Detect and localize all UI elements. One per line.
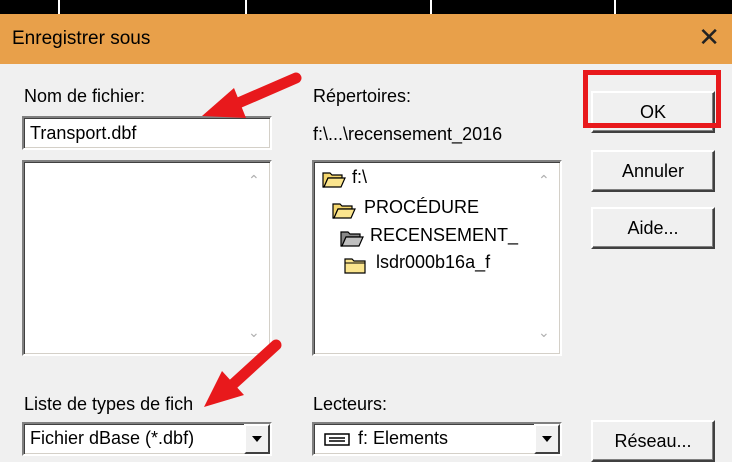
dropdown-button[interactable] (244, 424, 270, 454)
annotation-arrow-icon (204, 339, 282, 407)
folder-icon (344, 258, 366, 274)
scroll-up-icon[interactable]: ⌃ (538, 172, 550, 189)
network-drive-icon (324, 433, 350, 446)
column-divider (430, 0, 432, 14)
annotation-arrow-icon (202, 72, 302, 118)
open-folder-icon (332, 203, 356, 219)
directory-list[interactable]: ⌃ ⌄ f:\ PROCÉDURE RECENSEMENT_ lsdr000b1… (312, 160, 562, 356)
file-list[interactable]: ⌃ ⌄ (22, 160, 272, 356)
chevron-down-icon (542, 436, 552, 442)
help-button[interactable]: Aide... (591, 207, 715, 249)
drives-label: Lecteurs: (313, 394, 388, 414)
top-strip (0, 0, 732, 14)
drives-value: f: Elements (358, 428, 449, 448)
title-bar: Enregistrer sous ✕ (0, 14, 732, 64)
drives-select[interactable]: f: Elements (312, 422, 562, 456)
file-name-value: Transport.dbf (30, 123, 137, 143)
dropdown-button[interactable] (534, 424, 560, 454)
column-divider (614, 0, 616, 14)
cancel-button[interactable]: Annuler (591, 150, 715, 192)
chevron-down-icon (252, 436, 262, 442)
directories-label: Répertoires: (313, 86, 412, 106)
column-divider (245, 0, 247, 14)
scroll-up-icon[interactable]: ⌃ (248, 172, 260, 189)
directory-item[interactable]: lsdr000b16a_f (376, 252, 490, 273)
ok-highlight-box (583, 70, 721, 128)
close-icon[interactable]: ✕ (698, 24, 720, 50)
current-path: f:\...\recensement_2016 (313, 124, 503, 144)
directory-item-selected[interactable]: RECENSEMENT_ (370, 225, 518, 246)
directory-item[interactable]: f:\ (352, 167, 367, 188)
column-divider (58, 0, 60, 14)
open-folder-icon (322, 172, 346, 188)
scroll-down-icon[interactable]: ⌄ (538, 324, 550, 341)
dialog-title: Enregistrer sous (12, 28, 151, 49)
file-types-label: Liste de types de fich (24, 394, 194, 414)
file-types-value: Fichier dBase (*.dbf) (30, 428, 195, 448)
open-folder-icon (340, 231, 364, 247)
network-button[interactable]: Réseau... (591, 420, 715, 462)
directory-item[interactable]: PROCÉDURE (364, 197, 479, 218)
file-types-select[interactable]: Fichier dBase (*.dbf) (22, 422, 272, 456)
file-name-label: Nom de fichier: (24, 86, 146, 106)
